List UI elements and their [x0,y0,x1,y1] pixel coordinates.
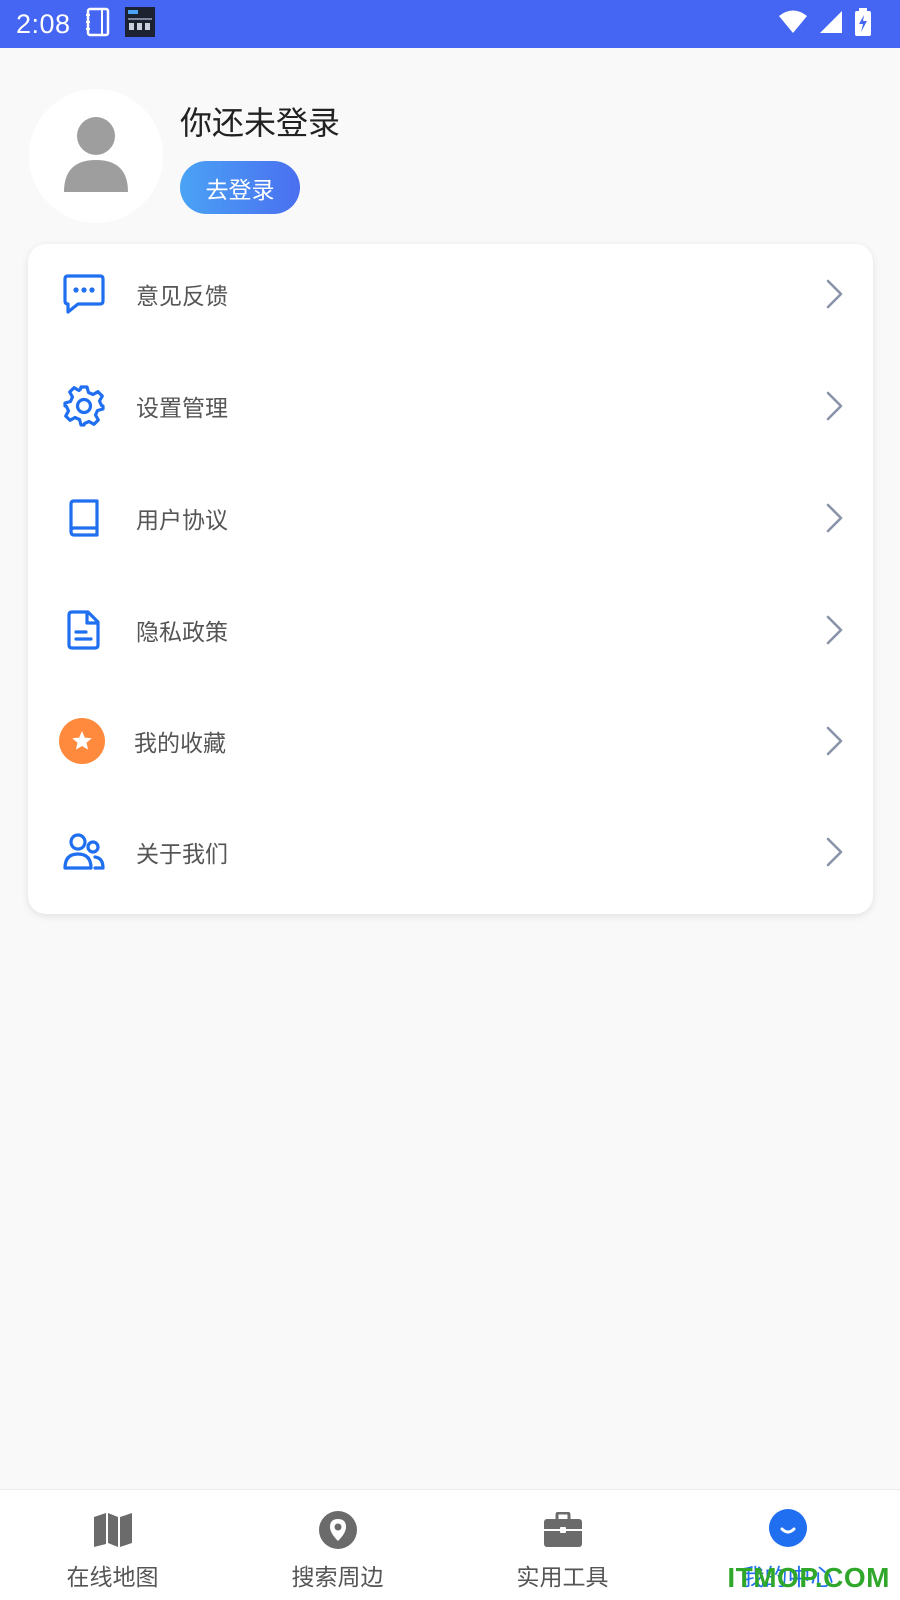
notebook-icon [85,7,111,41]
menu-item-settings[interactable]: 设置管理 [28,356,873,456]
map-icon [91,1508,135,1552]
menu-item-favorites[interactable]: 我的收藏 [28,691,873,791]
star-circle-icon [58,717,106,765]
tab-search-nearby[interactable]: 搜索周边 [225,1490,450,1600]
users-icon [60,828,108,876]
chevron-right-icon [823,390,845,422]
status-bar: 2:08 [0,0,900,48]
nav-label: 搜索周边 [291,1565,384,1591]
menu-item-user-agreement[interactable]: 用户协议 [28,468,873,568]
menu-item-label: 设置管理 [136,396,228,422]
menu-item-feedback[interactable]: 意见反馈 [28,244,873,344]
briefcase-icon [541,1508,585,1552]
chevron-right-icon [823,614,845,646]
menu-item-label: 关于我们 [136,842,228,868]
document-icon [60,606,108,654]
tab-tools[interactable]: 实用工具 [450,1490,675,1600]
nav-label: 实用工具 [516,1565,609,1591]
login-button[interactable]: 去登录 [180,161,300,214]
menu-item-label: 意见反馈 [136,284,228,310]
avatar[interactable] [29,89,163,223]
chevron-right-icon [823,278,845,310]
screen: 2:08 你还未登录 去登录 意见反馈 设置管理 用户协议 隐私政策 我的收藏 … [0,0,900,1600]
wifi-icon [778,9,808,39]
chevron-right-icon [823,836,845,868]
location-pin-icon [316,1508,360,1552]
battery-charging-icon [854,7,872,41]
nav-label: 在线地图 [66,1565,159,1591]
login-status-text: 你还未登录 [180,104,341,142]
status-time: 2:08 [16,8,71,39]
book-icon [60,494,108,542]
cell-signal-icon [818,9,844,39]
gear-icon [60,382,108,430]
menu-item-label: 我的收藏 [134,731,226,757]
menu-item-privacy-policy[interactable]: 隐私政策 [28,580,873,680]
menu-item-about-us[interactable]: 关于我们 [28,802,873,902]
person-placeholder-icon [61,116,131,196]
smile-circle-icon [766,1506,810,1550]
clock-widget-icon [124,7,155,41]
menu-card: 意见反馈 设置管理 用户协议 隐私政策 我的收藏 关于我们 [28,244,873,914]
watermark: ITMOP.COM [727,1562,890,1593]
chevron-right-icon [823,725,845,757]
chat-dots-icon [60,270,108,318]
menu-item-label: 隐私政策 [136,620,228,646]
chevron-right-icon [823,502,845,534]
menu-item-label: 用户协议 [136,508,228,534]
tab-online-map[interactable]: 在线地图 [0,1490,225,1600]
